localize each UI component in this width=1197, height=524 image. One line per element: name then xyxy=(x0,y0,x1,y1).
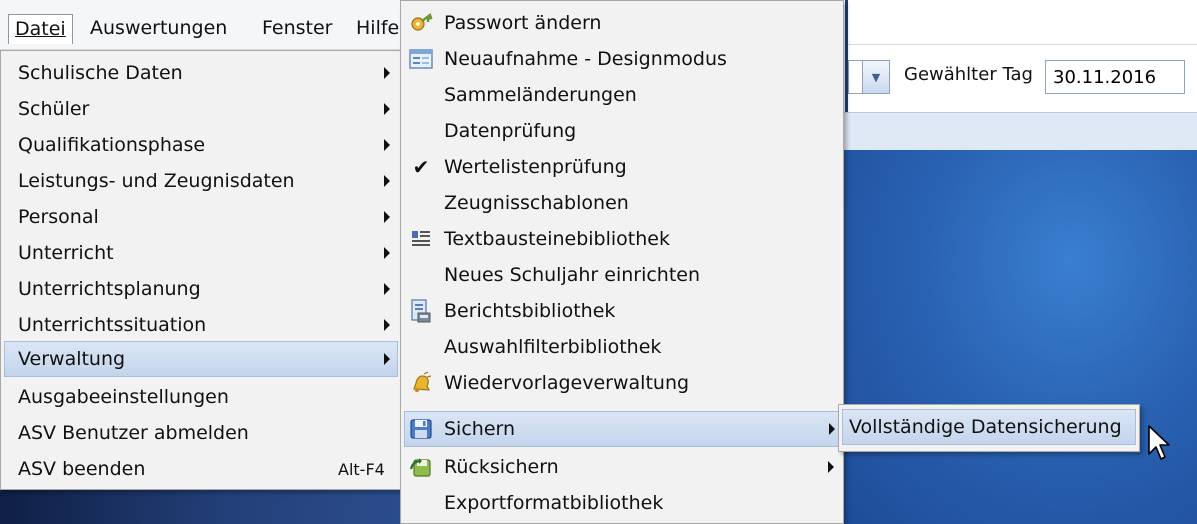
menu-item-label: Verwaltung xyxy=(18,348,126,370)
menu-item-label: Qualifikationsphase xyxy=(18,134,206,156)
submenu-arrow-icon xyxy=(384,139,390,151)
menu-item-sammelaenderungen[interactable]: Sammeländerungen xyxy=(404,77,840,113)
text-lines-icon xyxy=(408,226,434,252)
menu-item-exportformatbibliothek[interactable]: Exportformatbibliothek xyxy=(404,485,840,521)
selected-day-input[interactable] xyxy=(1045,60,1185,94)
submenu-arrow-icon xyxy=(384,283,390,295)
menu-item-asv-beenden[interactable]: ASV beenden Alt-F4 xyxy=(4,451,398,487)
menu-item-schulische-daten[interactable]: Schulische Daten xyxy=(4,55,398,91)
menu-fenster[interactable]: Fenster xyxy=(256,14,338,44)
submenu-arrow-icon xyxy=(384,67,390,79)
menu-item-label: Auswahlfilterbibliothek xyxy=(444,336,662,358)
submenu-arrow-icon xyxy=(384,247,390,259)
menu-item-personal[interactable]: Personal xyxy=(4,199,398,235)
menu-auswertungen-label: Auswertungen xyxy=(90,17,228,39)
menu-item-ausgabeeinstellungen[interactable]: Ausgabeeinstellungen xyxy=(4,379,398,415)
menu-datei[interactable]: Datei xyxy=(8,14,73,44)
report-icon xyxy=(408,298,434,324)
bell-icon xyxy=(408,370,434,396)
submenu-arrow-icon xyxy=(384,353,390,365)
menu-item-label: Datenprüfung xyxy=(444,120,577,142)
menu-item-label: Wertelistenprüfung xyxy=(444,156,627,178)
menu-item-neuaufnahme-designmodus[interactable]: Neuaufnahme - Designmodus xyxy=(404,41,840,77)
submenu-arrow-icon xyxy=(384,319,390,331)
menu-hilfe[interactable]: Hilfe xyxy=(350,14,400,44)
menu-item-label: Neuaufnahme - Designmodus xyxy=(444,48,727,70)
submenu-arrow-icon xyxy=(384,175,390,187)
menu-item-label: Personal xyxy=(18,206,99,228)
menu-item-label: ASV beenden xyxy=(18,458,146,480)
menu-item-qualifikationsphase[interactable]: Qualifikationsphase xyxy=(4,127,398,163)
menu-hilfe-label: Hilfe xyxy=(356,17,400,39)
checkmark-icon: ✔ xyxy=(412,155,430,179)
menu-item-auswahlfilterbibliothek[interactable]: Auswahlfilterbibliothek xyxy=(404,329,840,365)
menu-item-benutzer-abmelden[interactable]: ASV Benutzer abmelden xyxy=(4,415,398,451)
menu-item-verwaltung[interactable]: Verwaltung xyxy=(4,341,398,377)
menu-item-label: Vollständige Datensicherung xyxy=(849,416,1122,438)
menu-item-label: Sichern xyxy=(444,418,516,440)
menu-item-wertelistenpruefung[interactable]: ✔ Wertelistenprüfung xyxy=(404,149,840,185)
menu-item-unterrichtssituation[interactable]: Unterrichtssituation xyxy=(4,307,398,343)
submenu-arrow-icon xyxy=(384,211,390,223)
menu-auswertungen[interactable]: Auswertungen xyxy=(84,14,233,44)
menu-item-label: Ausgabeeinstellungen xyxy=(18,386,229,408)
menu-datei-label: Datei xyxy=(15,18,66,40)
mouse-cursor-icon xyxy=(1148,425,1170,460)
restore-icon xyxy=(408,454,434,480)
menu-item-label: Unterrichtssituation xyxy=(18,314,207,336)
menu-item-label: Zeugnisschablonen xyxy=(444,192,629,214)
menu-item-sichern[interactable]: Sichern xyxy=(404,411,840,447)
menu-item-zeugnisschablonen[interactable]: Zeugnisschablonen xyxy=(404,185,840,221)
menu-item-label: Textbausteinebibliothek xyxy=(444,228,670,250)
submenu-arrow-icon xyxy=(829,423,835,435)
menu-item-textbausteinebibliothek[interactable]: Textbausteinebibliothek xyxy=(404,221,840,257)
submenu-arrow-icon xyxy=(384,103,390,115)
menu-item-label: Unterrichtsplanung xyxy=(18,278,201,300)
menu-item-label: Berichtsbibliothek xyxy=(444,300,616,322)
menu-item-label: Schulische Daten xyxy=(18,62,183,84)
menu-item-berichtsbibliothek[interactable]: Berichtsbibliothek xyxy=(404,293,840,329)
menu-item-schueler[interactable]: Schüler xyxy=(4,91,398,127)
submenu-arrow-icon xyxy=(828,461,834,473)
menu-item-label: Exportformatbibliothek xyxy=(444,492,664,514)
menu-item-wiedervorlageverwaltung[interactable]: Wiedervorlageverwaltung xyxy=(404,365,840,401)
datei-menu: Schulische Daten Schüler Qualifikationsp… xyxy=(0,50,402,490)
menu-item-label: Passwort ändern xyxy=(444,12,602,34)
chevron-down-icon: ▼ xyxy=(871,70,881,84)
menu-item-passwort-aendern[interactable]: Passwort ändern xyxy=(404,5,840,41)
toolbar-separator xyxy=(848,44,1197,45)
menu-item-vollstaendige-datensicherung[interactable]: Vollständige Datensicherung xyxy=(842,409,1136,445)
menu-item-unterricht[interactable]: Unterricht xyxy=(4,235,398,271)
menu-item-leistungs-zeugnisdaten[interactable]: Leistungs- und Zeugnisdaten xyxy=(4,163,398,199)
menu-item-ruecksichern[interactable]: Rücksichern xyxy=(404,449,840,485)
menu-item-label: Rücksichern xyxy=(444,456,559,478)
save-icon xyxy=(408,416,434,442)
workspace-header xyxy=(840,112,1197,150)
form-icon xyxy=(408,46,434,72)
menu-item-label: ASV Benutzer abmelden xyxy=(18,422,249,444)
workspace-background xyxy=(840,150,1197,524)
menu-shortcut: Alt-F4 xyxy=(338,460,385,479)
menu-item-label: Unterricht xyxy=(18,242,114,264)
desktop-background xyxy=(0,488,400,524)
menu-item-label: Leistungs- und Zeugnisdaten xyxy=(18,170,295,192)
verwaltung-submenu: Passwort ändern Neuaufnahme - Designmodu… xyxy=(400,0,844,524)
menu-item-datenpruefung[interactable]: Datenprüfung xyxy=(404,113,840,149)
sichern-submenu: Vollständige Datensicherung xyxy=(838,404,1140,452)
combo-dropdown-button[interactable]: ▼ xyxy=(862,60,890,94)
menu-item-unterrichtsplanung[interactable]: Unterrichtsplanung xyxy=(4,271,398,307)
menu-item-neues-schuljahr[interactable]: Neues Schuljahr einrichten xyxy=(404,257,840,293)
menu-item-label: Wiedervorlageverwaltung xyxy=(444,372,690,394)
menu-item-label: Sammeländerungen xyxy=(444,84,637,106)
menu-item-label: Neues Schuljahr einrichten xyxy=(444,264,701,286)
menu-item-label: Schüler xyxy=(18,98,90,120)
menu-fenster-label: Fenster xyxy=(262,17,333,39)
selected-day-label: Gewählter Tag xyxy=(904,64,1033,85)
key-icon xyxy=(408,10,434,36)
menu-bar: Datei Auswertungen Fenster Hilfe xyxy=(0,0,400,50)
